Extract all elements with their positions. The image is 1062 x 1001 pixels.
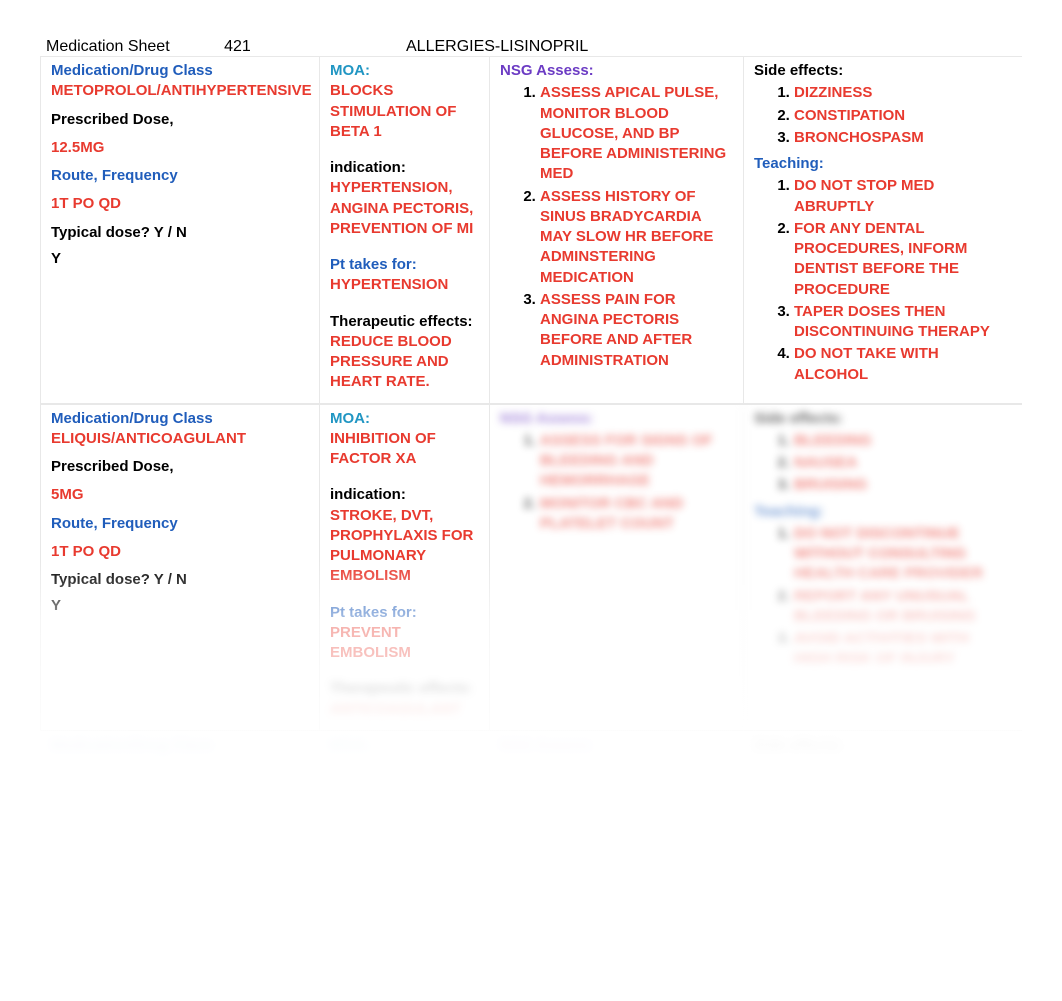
nsg-list: ASSESS APICAL PULSE, MONITOR BLOOD GLUCO… <box>500 83 733 371</box>
route-value: 1T PO QD <box>51 542 309 562</box>
typical-value: Y <box>51 596 309 616</box>
label-route: Route, Frequency <box>51 166 309 186</box>
label-side: Side effects: <box>754 61 1002 81</box>
label-pttakes: Pt takes for: <box>330 255 479 275</box>
label-med-class: Medication/Drug Class <box>51 409 309 429</box>
label-indication: indication: <box>330 158 479 178</box>
label-med-class: Medication/Drug Class <box>51 61 309 81</box>
pttakes-value: HYPERTENSION <box>330 275 479 295</box>
indication-value: HYPERTENSION, ANGINA PECTORIS, PREVENTIO… <box>330 178 479 239</box>
label-side: Side effects: <box>754 409 1002 429</box>
teaching-list: DO NOT STOP MED ABRUPTLY FOR ANY DENTAL … <box>754 176 1002 385</box>
med-row: Medication/Drug Class METOPROLOL/ANTIHYP… <box>40 56 1022 404</box>
label-teaching: Teaching: <box>754 154 1002 174</box>
drug-name: METOPROLOL/ANTIHYPERTENSIVE <box>51 81 309 101</box>
pttakes-value: PREVENT EMBOLISM <box>330 623 479 664</box>
label-nsg: NSG Assess: <box>500 736 733 756</box>
label-moa: MOA: <box>330 409 479 429</box>
label-therapeutic: Therapeutic effects: <box>330 679 479 699</box>
route-value: 1T PO QD <box>51 194 309 214</box>
teaching-list: DO NOT DISCONTINUE WITHOUT CONSULTING HE… <box>754 524 1002 670</box>
label-nsg: NSG Assess: <box>500 409 733 429</box>
label-side: Side effects: <box>754 736 1002 756</box>
side-item: BLEEDING <box>794 432 872 449</box>
nsg-list: ASSESS FOR SIGNS OF BLEEDING AND HEMORRH… <box>500 431 733 534</box>
teach-item: REPORT ANY UNUSUAL BLEEDING OR BRUISING <box>794 588 976 625</box>
label-indication: indication: <box>330 485 479 505</box>
label-typical: Typical dose? Y / N <box>51 223 309 243</box>
page-header: Medication Sheet 421 ALLERGIES-LISINOPRI… <box>0 0 1062 56</box>
drug-name: ELIQUIS/ANTICOAGULANT <box>51 429 309 449</box>
teach-item: DO NOT STOP MED ABRUPTLY <box>794 177 934 214</box>
med-row: Medication/Drug Class MOA: NSG Assess: S… <box>40 731 1022 773</box>
teach-item: FOR ANY DENTAL PROCEDURES, INFORM DENTIS… <box>794 220 967 298</box>
label-moa: MOA: <box>330 736 479 756</box>
allergies-label: ALLERGIES-LISINOPRIL <box>406 38 588 56</box>
side-item: NAUSEA <box>794 454 857 471</box>
label-teaching: Teaching: <box>754 502 1002 522</box>
moa-value: BLOCKS STIMULATION OF BETA 1 <box>330 81 479 142</box>
label-prescribed: Prescribed Dose, <box>51 457 309 477</box>
label-nsg: NSG Assess: <box>500 61 733 81</box>
dose-value: 5MG <box>51 485 309 505</box>
dose-value: 12.5MG <box>51 138 309 158</box>
nsg-item: MONITOR CBC AND PLATELET COUNT <box>540 495 683 532</box>
medication-grid: Medication/Drug Class METOPROLOL/ANTIHYP… <box>40 56 1022 773</box>
side-item: CONSTIPATION <box>794 107 905 124</box>
label-typical: Typical dose? Y / N <box>51 570 309 590</box>
label-pttakes: Pt takes for: <box>330 603 479 623</box>
therapeutic-value: REDUCE BLOOD PRESSURE AND HEART RATE. <box>330 332 479 393</box>
teach-item: AVOID ACTIVITIES WITH HIGH RISK OF INJUR… <box>794 630 969 667</box>
label-prescribed: Prescribed Dose, <box>51 110 309 130</box>
therapeutic-value: ANTICOAGULANT <box>330 700 479 720</box>
label-moa: MOA: <box>330 61 479 81</box>
moa-value: INHIBITION OF FACTOR XA <box>330 429 479 470</box>
side-list: BLEEDING NAUSEA BRUISING <box>754 431 1002 496</box>
label-med-class: Medication/Drug Class <box>51 736 309 756</box>
typical-value: Y <box>51 249 309 269</box>
teach-item: DO NOT DISCONTINUE WITHOUT CONSULTING HE… <box>794 525 983 583</box>
nsg-item: ASSESS APICAL PULSE, MONITOR BLOOD GLUCO… <box>540 84 726 182</box>
teach-item: TAPER DOSES THEN DISCONTINUING THERAPY <box>794 303 990 340</box>
side-item: BRONCHOSPASM <box>794 129 924 146</box>
doc-title: Medication Sheet <box>46 38 170 55</box>
side-item: BRUISING <box>794 476 867 493</box>
side-item: DIZZINESS <box>794 84 872 101</box>
side-list: DIZZINESS CONSTIPATION BRONCHOSPASM <box>754 83 1002 148</box>
nsg-item: ASSESS FOR SIGNS OF BLEEDING AND HEMORRH… <box>540 432 713 490</box>
label-therapeutic: Therapeutic effects: <box>330 312 479 332</box>
nsg-item: ASSESS HISTORY OF SINUS BRADYCARDIA MAY … <box>540 188 713 286</box>
med-row: Medication/Drug Class ELIQUIS/ANTICOAGUL… <box>40 404 1022 731</box>
indication-value: STROKE, DVT, PROPHYLAXIS FOR PULMONARY E… <box>330 506 479 587</box>
doc-number: 421 <box>224 38 251 56</box>
teach-item: DO NOT TAKE WITH ALCOHOL <box>794 345 939 382</box>
label-route: Route, Frequency <box>51 514 309 534</box>
nsg-item: ASSESS PAIN FOR ANGINA PECTORIS BEFORE A… <box>540 291 692 369</box>
